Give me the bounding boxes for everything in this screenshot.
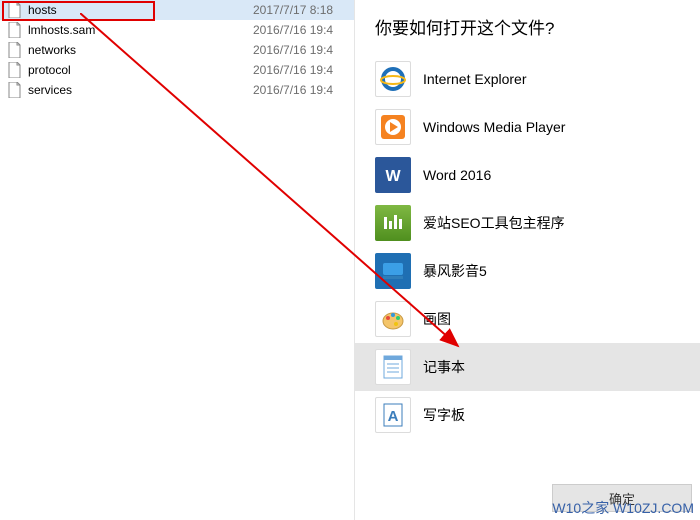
file-icon: [6, 22, 22, 38]
app-item-wordpad[interactable]: A 写字板: [375, 391, 680, 439]
file-name-label: hosts: [28, 3, 253, 17]
app-label: Windows Media Player: [423, 119, 565, 135]
storm-icon: [375, 253, 411, 289]
file-date-label: 2016/7/16 19:4: [253, 43, 333, 57]
app-label: Internet Explorer: [423, 71, 527, 87]
file-date-label: 2016/7/16 19:4: [253, 63, 333, 77]
file-icon: [6, 42, 22, 58]
file-row[interactable]: networks 2016/7/16 19:4: [0, 40, 354, 60]
file-name-label: protocol: [28, 63, 253, 77]
dialog-title: 你要如何打开这个文件?: [355, 0, 700, 55]
paint-icon: [375, 301, 411, 337]
app-label: 暴风影音5: [423, 261, 487, 281]
file-icon: [6, 2, 22, 18]
app-item-internet-explorer[interactable]: Internet Explorer: [375, 55, 680, 103]
watermark-text: W10之家 W10ZJ.COM: [552, 498, 694, 518]
file-row[interactable]: services 2016/7/16 19:4: [0, 80, 354, 100]
svg-text:A: A: [388, 408, 399, 425]
file-name-label: lmhosts.sam: [28, 23, 253, 37]
file-icon: [6, 62, 22, 78]
file-row[interactable]: lmhosts.sam 2016/7/16 19:4: [0, 20, 354, 40]
file-date-label: 2016/7/16 19:4: [253, 23, 333, 37]
file-icon: [6, 82, 22, 98]
app-label: 画图: [423, 309, 451, 329]
app-item-word-2016[interactable]: W Word 2016: [375, 151, 680, 199]
app-label: Word 2016: [423, 167, 491, 183]
file-name-label: services: [28, 83, 253, 97]
file-date-label: 2016/7/16 19:4: [253, 83, 333, 97]
app-item-paint[interactable]: 画图: [375, 295, 680, 343]
file-list-panel: hosts 2017/7/17 8:18 lmhosts.sam 2016/7/…: [0, 0, 355, 520]
file-row[interactable]: protocol 2016/7/16 19:4: [0, 60, 354, 80]
wordpad-icon: A: [375, 397, 411, 433]
file-name-label: networks: [28, 43, 253, 57]
app-list: Internet Explorer Windows Media Player W…: [355, 55, 700, 439]
seo-icon: [375, 205, 411, 241]
app-item-seo-tool[interactable]: 爱站SEO工具包主程序: [375, 199, 680, 247]
app-item-storm-player[interactable]: 暴风影音5: [375, 247, 680, 295]
app-item-windows-media-player[interactable]: Windows Media Player: [375, 103, 680, 151]
wmp-icon: [375, 109, 411, 145]
file-row[interactable]: hosts 2017/7/17 8:18: [0, 0, 354, 20]
svg-text:W: W: [385, 168, 401, 185]
open-with-dialog: 你要如何打开这个文件? Internet Explorer Windows Me…: [355, 0, 700, 520]
notepad-icon: [375, 349, 411, 385]
file-date-label: 2017/7/17 8:18: [253, 3, 333, 17]
app-label: 写字板: [423, 405, 465, 425]
app-label: 爱站SEO工具包主程序: [423, 213, 565, 233]
app-item-notepad[interactable]: 记事本: [355, 343, 700, 391]
word-icon: W: [375, 157, 411, 193]
ie-icon: [375, 61, 411, 97]
app-label: 记事本: [423, 357, 465, 377]
